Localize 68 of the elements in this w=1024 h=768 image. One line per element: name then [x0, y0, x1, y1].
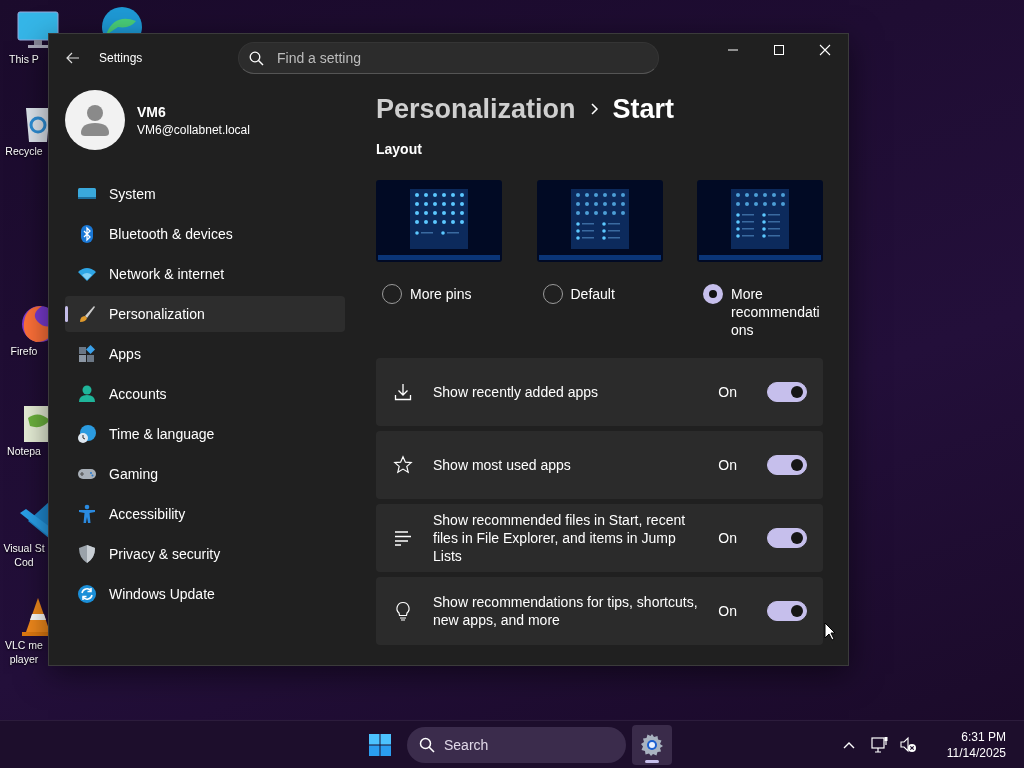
nav-item[interactable]: Time & language — [65, 416, 345, 452]
muted-speaker-icon — [898, 735, 917, 754]
toggle-state: On — [718, 530, 737, 546]
nav-item[interactable]: Gaming — [65, 456, 345, 492]
page-title: Start — [612, 93, 675, 125]
settings-search-field[interactable]: Find a setting — [238, 42, 659, 74]
desktop-icon-label: Visual St Cod — [2, 541, 46, 569]
clock-button[interactable]: 6:31 PM 11/14/2025 — [946, 728, 1006, 761]
globe-clock-icon — [77, 424, 97, 444]
toggle-switch[interactable] — [767, 455, 807, 475]
breadcrumb-link[interactable]: Personalization — [376, 93, 576, 125]
radio-option[interactable]: More recommendations — [703, 285, 823, 339]
update-icon — [77, 584, 97, 604]
nav-item[interactable]: Apps — [65, 336, 345, 372]
nav-item[interactable]: Privacy & security — [65, 536, 345, 572]
paintbrush-icon — [77, 304, 97, 324]
maximize-icon — [773, 44, 785, 56]
setting-label: Show recently added apps — [433, 383, 599, 401]
setting-label: Show recommended files in Start, recent files in File Explorer, and items in Jump Lists — [433, 511, 687, 565]
shield-icon — [77, 544, 97, 564]
toggle-state: On — [718, 384, 737, 400]
apps-icon — [77, 344, 97, 364]
setting-label: Show recommendations for tips, shortcuts, new apps, and more — [433, 593, 699, 629]
nav-item[interactable]: Personalization — [65, 296, 345, 332]
radio-option[interactable]: More pins — [382, 285, 502, 304]
lightbulb-icon — [393, 601, 413, 621]
cursor-icon — [824, 622, 836, 641]
desktop-icon-label: Notepa — [6, 444, 42, 458]
person-icon — [77, 384, 97, 404]
nav-item[interactable]: Accounts — [65, 376, 345, 412]
account-name: VM6 — [137, 103, 167, 120]
star-icon — [393, 455, 413, 475]
nav-item[interactable]: Windows Update — [65, 576, 345, 612]
download-icon — [393, 382, 413, 402]
toggle-switch[interactable] — [767, 528, 807, 548]
avatar-icon — [65, 90, 125, 150]
account-email: VM6@collabnet.local — [137, 122, 250, 137]
desktop-icon-label: This P — [8, 52, 40, 66]
taskbar-search-field[interactable]: Search — [407, 726, 626, 763]
nav-item[interactable]: Network & internet — [65, 256, 345, 292]
window-title: Settings — [99, 51, 143, 65]
settings-app-button[interactable] — [632, 724, 672, 765]
toggle-switch[interactable] — [767, 601, 807, 621]
setting-label: Show most used apps — [433, 456, 572, 474]
clock-date: 11/14/2025 — [946, 744, 1006, 761]
desktop-icon-label: Firefo — [9, 344, 39, 358]
nav-item[interactable]: Accessibility — [65, 496, 345, 532]
accessibility-icon — [77, 504, 97, 524]
radio-option[interactable]: Default — [542, 285, 663, 304]
four-squares-icon — [368, 732, 392, 757]
chevron-icon — [589, 102, 599, 116]
chevron-up-icon — [842, 740, 855, 749]
toggle-state: On — [718, 457, 737, 473]
toggle-state: On — [718, 603, 737, 619]
clock-time: 6:31 PM — [961, 728, 1006, 745]
back-arrow-icon — [66, 52, 80, 64]
close-icon — [819, 44, 831, 56]
network-icon — [870, 735, 889, 754]
gear-icon — [640, 732, 664, 757]
desktop-icon-label: Recycle — [4, 144, 44, 158]
toggle-switch[interactable] — [767, 382, 807, 402]
desktop-icon-label: VLC me player — [4, 638, 44, 666]
search-icon — [249, 51, 264, 66]
nav-item[interactable]: System — [65, 176, 345, 212]
list-icon — [393, 528, 413, 548]
section-heading: Layout — [376, 141, 423, 157]
search-icon — [419, 736, 435, 753]
nav-item[interactable]: Bluetooth & devices — [65, 216, 345, 252]
